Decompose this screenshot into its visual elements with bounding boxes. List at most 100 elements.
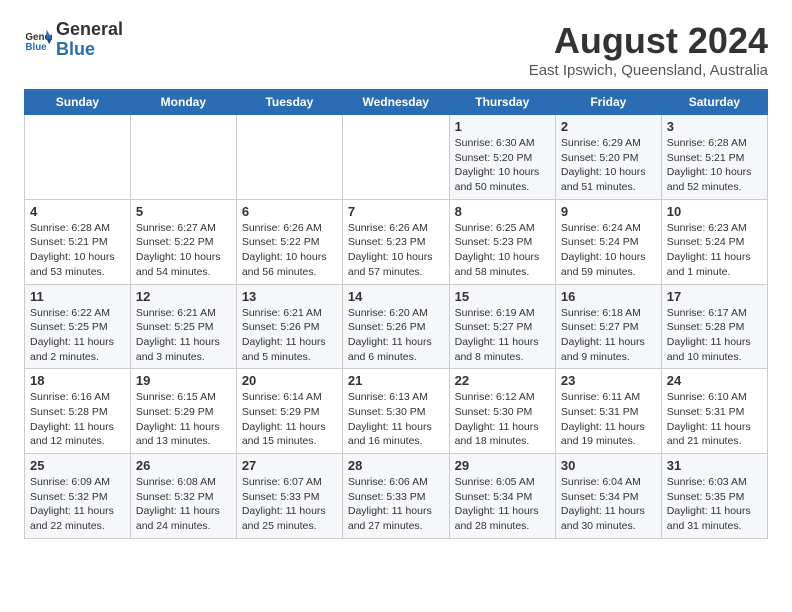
- calendar-cell: 16 Sunrise: 6:18 AM Sunset: 5:27 PM Dayli…: [555, 284, 661, 369]
- day-number: 7: [348, 204, 444, 219]
- day-info: Sunrise: 6:07 AM Sunset: 5:33 PM Dayligh…: [242, 475, 337, 534]
- day-number: 20: [242, 373, 337, 388]
- day-number: 25: [30, 458, 125, 473]
- day-number: 12: [136, 289, 231, 304]
- calendar-week-1: 1Sunrise: 6:30 AM Sunset: 5:20 PM Daylig…: [25, 115, 768, 200]
- calendar-cell: 9Sunrise: 6:24 AM Sunset: 5:24 PM Daylig…: [555, 199, 661, 284]
- calendar-cell: 20 Sunrise: 6:14 AM Sunset: 5:29 PM Dayli…: [236, 369, 342, 454]
- day-number: 3: [667, 119, 762, 134]
- day-info: Sunrise: 6:26 AM Sunset: 5:23 PM Dayligh…: [348, 221, 444, 280]
- day-number: 13: [242, 289, 337, 304]
- calendar-cell: 17Sunrise: 6:17 AM Sunset: 5:28 PM Dayli…: [661, 284, 767, 369]
- day-info: Sunrise: 6:03 AM Sunset: 5:35 PM Dayligh…: [667, 475, 762, 534]
- calendar-cell: 14 Sunrise: 6:20 AM Sunset: 5:26 PM Dayli…: [342, 284, 449, 369]
- day-number: 24: [667, 373, 762, 388]
- day-number: 1: [455, 119, 550, 134]
- calendar-week-3: 11Sunrise: 6:22 AM Sunset: 5:25 PM Dayli…: [25, 284, 768, 369]
- calendar-cell: 1Sunrise: 6:30 AM Sunset: 5:20 PM Daylig…: [449, 115, 555, 200]
- page-title: August 2024: [529, 20, 768, 62]
- day-number: 6: [242, 204, 337, 219]
- calendar-cell: 30Sunrise: 6:04 AM Sunset: 5:34 PM Dayli…: [555, 454, 661, 539]
- calendar-cell: 26Sunrise: 6:08 AM Sunset: 5:32 PM Dayli…: [130, 454, 236, 539]
- calendar-cell: 29 Sunrise: 6:05 AM Sunset: 5:34 PM Dayli…: [449, 454, 555, 539]
- day-header-wednesday: Wednesday: [342, 90, 449, 115]
- day-number: 14: [348, 289, 444, 304]
- day-info: Sunrise: 6:05 AM Sunset: 5:34 PM Dayligh…: [455, 475, 550, 534]
- calendar-header: SundayMondayTuesdayWednesdayThursdayFrid…: [25, 90, 768, 115]
- day-number: 16: [561, 289, 656, 304]
- day-number: 8: [455, 204, 550, 219]
- calendar-week-4: 18Sunrise: 6:16 AM Sunset: 5:28 PM Dayli…: [25, 369, 768, 454]
- calendar-week-5: 25 Sunrise: 6:09 AM Sunset: 5:32 PM Dayli…: [25, 454, 768, 539]
- calendar-cell: 2 Sunrise: 6:29 AM Sunset: 5:20 PM Daylig…: [555, 115, 661, 200]
- day-info: Sunrise: 6:18 AM Sunset: 5:27 PM Dayligh…: [561, 306, 656, 365]
- calendar-cell: 27 Sunrise: 6:07 AM Sunset: 5:33 PM Dayli…: [236, 454, 342, 539]
- day-info: Sunrise: 6:12 AM Sunset: 5:30 PM Dayligh…: [455, 390, 550, 449]
- calendar-cell: [236, 115, 342, 200]
- day-number: 17: [667, 289, 762, 304]
- day-number: 18: [30, 373, 125, 388]
- calendar-cell: 28Sunrise: 6:06 AM Sunset: 5:33 PM Dayli…: [342, 454, 449, 539]
- day-header-monday: Monday: [130, 90, 236, 115]
- calendar-week-2: 4 Sunrise: 6:28 AM Sunset: 5:21 PM Daylig…: [25, 199, 768, 284]
- calendar-cell: 4 Sunrise: 6:28 AM Sunset: 5:21 PM Daylig…: [25, 199, 131, 284]
- day-info: Sunrise: 6:25 AM Sunset: 5:23 PM Dayligh…: [455, 221, 550, 280]
- calendar-cell: 8 Sunrise: 6:25 AM Sunset: 5:23 PM Daylig…: [449, 199, 555, 284]
- calendar-cell: 15 Sunrise: 6:19 AM Sunset: 5:27 PM Dayli…: [449, 284, 555, 369]
- day-info: Sunrise: 6:04 AM Sunset: 5:34 PM Dayligh…: [561, 475, 656, 534]
- calendar-cell: 11Sunrise: 6:22 AM Sunset: 5:25 PM Dayli…: [25, 284, 131, 369]
- day-info: Sunrise: 6:19 AM Sunset: 5:27 PM Dayligh…: [455, 306, 550, 365]
- calendar-cell: 19Sunrise: 6:15 AM Sunset: 5:29 PM Dayli…: [130, 369, 236, 454]
- logo: General Blue General Blue: [24, 20, 123, 60]
- calendar-cell: [25, 115, 131, 200]
- day-info: Sunrise: 6:26 AM Sunset: 5:22 PM Dayligh…: [242, 221, 337, 280]
- calendar-cell: 25 Sunrise: 6:09 AM Sunset: 5:32 PM Dayli…: [25, 454, 131, 539]
- day-number: 5: [136, 204, 231, 219]
- calendar-cell: 7 Sunrise: 6:26 AM Sunset: 5:23 PM Daylig…: [342, 199, 449, 284]
- day-info: Sunrise: 6:28 AM Sunset: 5:21 PM Dayligh…: [30, 221, 125, 280]
- day-number: 15: [455, 289, 550, 304]
- day-info: Sunrise: 6:06 AM Sunset: 5:33 PM Dayligh…: [348, 475, 444, 534]
- day-info: Sunrise: 6:14 AM Sunset: 5:29 PM Dayligh…: [242, 390, 337, 449]
- day-info: Sunrise: 6:21 AM Sunset: 5:26 PM Dayligh…: [242, 306, 337, 365]
- day-info: Sunrise: 6:09 AM Sunset: 5:32 PM Dayligh…: [30, 475, 125, 534]
- calendar-cell: 22Sunrise: 6:12 AM Sunset: 5:30 PM Dayli…: [449, 369, 555, 454]
- calendar-cell: [130, 115, 236, 200]
- calendar-cell: 3Sunrise: 6:28 AM Sunset: 5:21 PM Daylig…: [661, 115, 767, 200]
- day-number: 26: [136, 458, 231, 473]
- day-number: 2: [561, 119, 656, 134]
- logo-blue: Blue: [56, 40, 123, 60]
- day-info: Sunrise: 6:29 AM Sunset: 5:20 PM Dayligh…: [561, 136, 656, 195]
- calendar-cell: 13 Sunrise: 6:21 AM Sunset: 5:26 PM Dayli…: [236, 284, 342, 369]
- calendar-cell: 18Sunrise: 6:16 AM Sunset: 5:28 PM Dayli…: [25, 369, 131, 454]
- calendar-cell: 24 Sunrise: 6:10 AM Sunset: 5:31 PM Dayli…: [661, 369, 767, 454]
- svg-text:Blue: Blue: [25, 42, 47, 53]
- day-header-saturday: Saturday: [661, 90, 767, 115]
- calendar-cell: 10Sunrise: 6:23 AM Sunset: 5:24 PM Dayli…: [661, 199, 767, 284]
- day-number: 19: [136, 373, 231, 388]
- day-number: 9: [561, 204, 656, 219]
- calendar-cell: 12 Sunrise: 6:21 AM Sunset: 5:25 PM Dayli…: [130, 284, 236, 369]
- calendar-cell: 23Sunrise: 6:11 AM Sunset: 5:31 PM Dayli…: [555, 369, 661, 454]
- day-info: Sunrise: 6:10 AM Sunset: 5:31 PM Dayligh…: [667, 390, 762, 449]
- calendar-cell: [342, 115, 449, 200]
- title-area: August 2024 East Ipswich, Queensland, Au…: [529, 20, 768, 79]
- calendar-cell: 31 Sunrise: 6:03 AM Sunset: 5:35 PM Dayli…: [661, 454, 767, 539]
- logo-general: General: [56, 20, 123, 40]
- day-header-thursday: Thursday: [449, 90, 555, 115]
- day-number: 31: [667, 458, 762, 473]
- calendar-table: SundayMondayTuesdayWednesdayThursdayFrid…: [24, 89, 768, 539]
- day-header-tuesday: Tuesday: [236, 90, 342, 115]
- day-info: Sunrise: 6:23 AM Sunset: 5:24 PM Dayligh…: [667, 221, 762, 280]
- day-info: Sunrise: 6:13 AM Sunset: 5:30 PM Dayligh…: [348, 390, 444, 449]
- day-info: Sunrise: 6:20 AM Sunset: 5:26 PM Dayligh…: [348, 306, 444, 365]
- logo-icon: General Blue: [24, 26, 52, 54]
- calendar-cell: 6 Sunrise: 6:26 AM Sunset: 5:22 PM Daylig…: [236, 199, 342, 284]
- page-subtitle: East Ipswich, Queensland, Australia: [529, 62, 768, 79]
- day-number: 4: [30, 204, 125, 219]
- day-number: 21: [348, 373, 444, 388]
- day-info: Sunrise: 6:21 AM Sunset: 5:25 PM Dayligh…: [136, 306, 231, 365]
- day-number: 29: [455, 458, 550, 473]
- day-info: Sunrise: 6:27 AM Sunset: 5:22 PM Dayligh…: [136, 221, 231, 280]
- day-number: 27: [242, 458, 337, 473]
